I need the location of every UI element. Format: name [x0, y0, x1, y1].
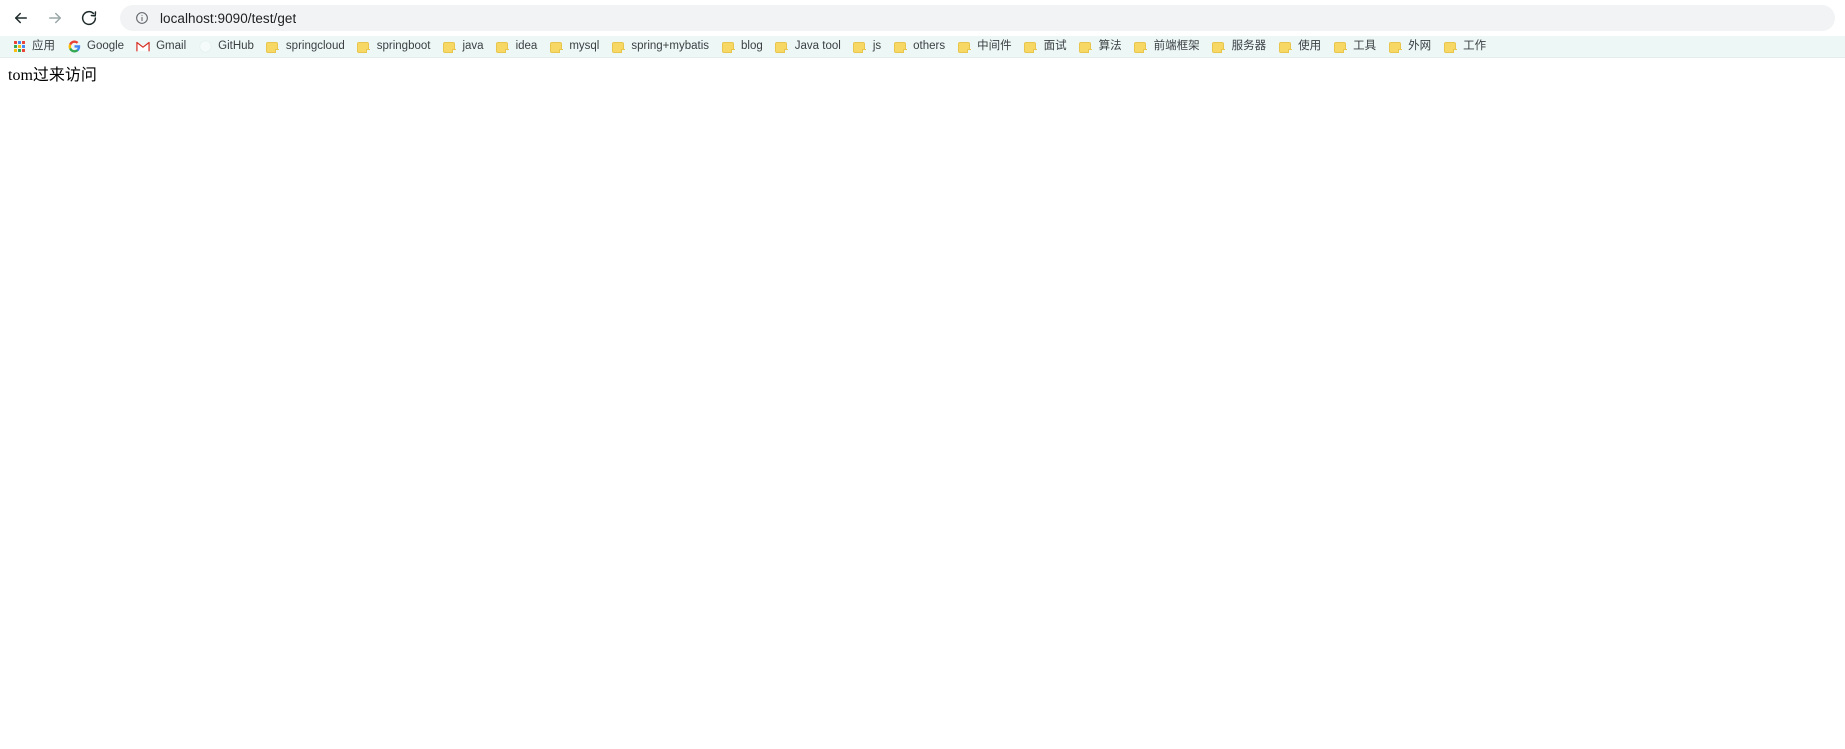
folder-icon [1278, 40, 1292, 54]
apps-grid-icon [12, 40, 26, 54]
gmail-m-icon [136, 40, 150, 54]
bookmark-folder-springcloud[interactable]: springcloud [260, 37, 351, 57]
bookmark-folder-interview[interactable]: 面试 [1018, 37, 1073, 57]
bookmark-label: mysql [569, 39, 600, 52]
folder-icon [1388, 40, 1402, 54]
bookmark-label: 外网 [1408, 39, 1432, 52]
reload-button[interactable] [74, 3, 104, 33]
folder-icon [893, 40, 907, 54]
bookmark-label: springcloud [285, 39, 345, 52]
bookmark-label: idea [515, 39, 538, 52]
folder-icon [775, 40, 789, 54]
folder-icon [721, 40, 735, 54]
folder-icon [442, 40, 456, 54]
bookmark-gmail[interactable]: Gmail [130, 37, 192, 57]
bookmark-label: 服务器 [1231, 39, 1267, 52]
bookmark-folder-frontend-framework[interactable]: 前端框架 [1128, 37, 1206, 57]
bookmark-google[interactable]: Google [61, 37, 130, 57]
folder-icon [357, 40, 371, 54]
bookmark-folder-mysql[interactable]: mysql [543, 37, 605, 57]
bookmark-folder-js[interactable]: js [847, 37, 887, 57]
page-body-text: tom过来访问 [8, 67, 97, 84]
url-text[interactable]: localhost:9090/test/get [160, 11, 296, 26]
bookmark-folder-java-tool[interactable]: Java tool [769, 37, 847, 57]
folder-icon [1024, 40, 1038, 54]
folder-icon [266, 40, 280, 54]
bookmark-folder-usage[interactable]: 使用 [1272, 37, 1327, 57]
bookmark-folder-server[interactable]: 服务器 [1206, 37, 1273, 57]
github-circle-icon [198, 40, 212, 54]
bookmark-label: 中间件 [977, 39, 1012, 52]
arrow-right-icon [46, 9, 64, 27]
folder-icon [1134, 40, 1148, 54]
bookmark-folder-middleware[interactable]: 中间件 [951, 37, 1018, 57]
bookmark-label: Google [87, 39, 125, 52]
bookmark-label: 算法 [1098, 39, 1122, 52]
bookmark-apps[interactable]: 应用 [6, 37, 61, 57]
bookmark-folder-tools[interactable]: 工具 [1327, 37, 1382, 57]
browser-toolbar: localhost:9090/test/get [0, 0, 1845, 36]
bookmark-folder-algorithms[interactable]: 算法 [1073, 37, 1128, 57]
info-circle-icon[interactable] [134, 10, 150, 26]
bookmark-folder-spring-mybatis[interactable]: spring+mybatis [605, 37, 715, 57]
bookmark-folder-others[interactable]: others [887, 37, 951, 57]
bookmark-label: others [913, 39, 946, 52]
reload-icon [80, 9, 98, 27]
folder-icon [957, 40, 971, 54]
page-viewport: tom过来访问 [0, 58, 1845, 748]
bookmark-label: blog [741, 39, 763, 52]
folder-icon [1212, 40, 1226, 54]
folder-icon [1079, 40, 1093, 54]
bookmark-label: 使用 [1298, 39, 1322, 52]
bookmark-label: 应用 [32, 39, 55, 52]
bookmark-label: Java tool [794, 39, 841, 52]
folder-icon [1443, 40, 1457, 54]
folder-icon [549, 40, 563, 54]
bookmark-label: spring+mybatis [631, 39, 710, 52]
bookmark-label: springboot [376, 39, 431, 52]
bookmark-label: 工作 [1463, 39, 1487, 52]
bookmark-folder-blog[interactable]: blog [715, 37, 769, 57]
bookmarks-bar: 应用 Google Gmail GitHub springcloud sprin… [0, 36, 1845, 58]
address-bar[interactable]: localhost:9090/test/get [120, 5, 1835, 31]
arrow-left-icon [12, 9, 30, 27]
forward-button[interactable] [40, 3, 70, 33]
bookmark-label: java [462, 39, 484, 52]
bookmark-label: Gmail [156, 39, 187, 52]
folder-icon [611, 40, 625, 54]
bookmark-label: 工具 [1353, 39, 1377, 52]
folder-icon [1333, 40, 1347, 54]
bookmark-label: js [872, 39, 882, 52]
bookmark-label: 面试 [1043, 39, 1067, 52]
bookmark-folder-work[interactable]: 工作 [1437, 37, 1492, 57]
bookmark-label: GitHub [218, 39, 254, 52]
folder-icon [496, 40, 510, 54]
bookmark-folder-external-network[interactable]: 外网 [1382, 37, 1437, 57]
bookmark-github[interactable]: GitHub [192, 37, 260, 57]
bookmark-label: 前端框架 [1153, 39, 1200, 52]
bookmark-folder-java[interactable]: java [436, 37, 489, 57]
google-g-icon [67, 40, 81, 54]
bookmark-folder-idea[interactable]: idea [490, 37, 544, 57]
folder-icon [853, 40, 867, 54]
browser-chrome: localhost:9090/test/get 应用 Google Gmail … [0, 0, 1845, 58]
back-button[interactable] [6, 3, 36, 33]
bookmark-folder-springboot[interactable]: springboot [351, 37, 437, 57]
